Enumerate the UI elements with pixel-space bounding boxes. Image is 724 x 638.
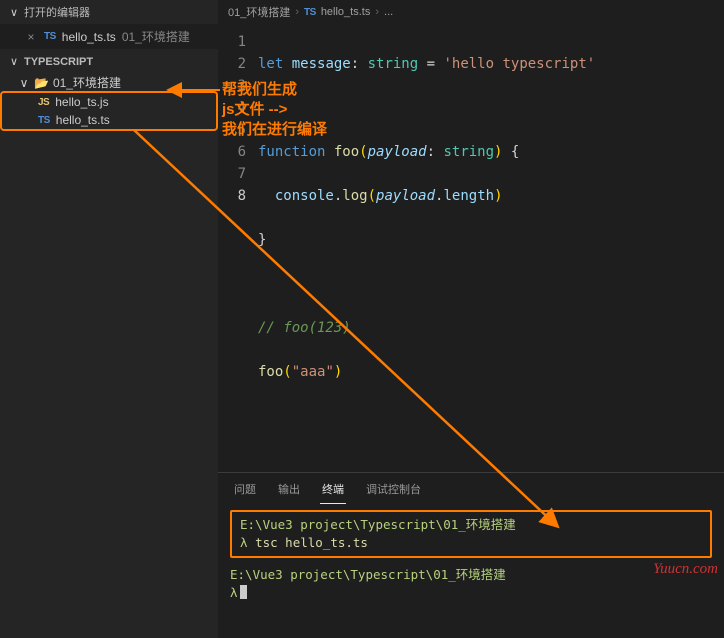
explorer-header[interactable]: ∨ TYPESCRIPT — [0, 51, 218, 72]
file-name: hello_ts.js — [55, 95, 108, 109]
tab-output[interactable]: 输出 — [276, 479, 302, 504]
bottom-panel: 问题 输出 终端 调试控制台 E:\Vue3 project\Typescrip… — [218, 472, 724, 638]
ts-icon: TS — [304, 7, 316, 18]
open-editor-item[interactable]: × TS hello_ts.ts 01_环境搭建 — [0, 24, 218, 49]
open-editors-label: 打开的编辑器 — [24, 4, 90, 20]
tab-debug-console[interactable]: 调试控制台 — [364, 479, 423, 504]
open-file-folder: 01_环境搭建 — [122, 28, 190, 45]
terminal-cursor — [240, 585, 247, 599]
prompt-icon: λ — [240, 535, 248, 550]
file-group-highlight: JS hello_ts.js TS hello_ts.ts — [2, 93, 216, 129]
terminal-command: tsc hello_ts.ts — [255, 535, 368, 550]
ts-icon: TS — [38, 115, 50, 126]
js-icon: JS — [38, 97, 49, 108]
breadcrumb[interactable]: 01_环境搭建 › TS hello_ts.ts › ... — [218, 0, 724, 25]
folder-name: 01_环境搭建 — [53, 74, 121, 91]
file-item-js[interactable]: JS hello_ts.js — [2, 93, 216, 111]
prompt-icon: λ — [230, 585, 238, 600]
code-editor[interactable]: 1 2 3 4 5 6 7 8 let message: string = 'h… — [218, 25, 724, 472]
file-name: hello_ts.ts — [56, 113, 110, 127]
chevron-down-icon: ∨ — [8, 6, 20, 19]
line-gutter: 1 2 3 4 5 6 7 8 — [218, 31, 258, 466]
sidebar: ∨ 打开的编辑器 × TS hello_ts.ts 01_环境搭建 ∨ TYPE… — [0, 0, 218, 638]
chevron-right-icon: › — [295, 6, 299, 18]
terminal-path: E:\Vue3 project\Typescript\01_环境搭建 — [230, 567, 506, 582]
folder-item[interactable]: ∨ 📂 01_环境搭建 — [0, 72, 218, 93]
open-editors-header[interactable]: ∨ 打开的编辑器 — [0, 0, 218, 24]
code-body[interactable]: let message: string = 'hello typescript'… — [258, 31, 724, 466]
tab-terminal[interactable]: 终端 — [320, 479, 346, 504]
project-label: TYPESCRIPT — [24, 56, 93, 68]
terminal[interactable]: E:\Vue3 project\Typescript\01_环境搭建 λ tsc… — [218, 504, 724, 610]
terminal-path: E:\Vue3 project\Typescript\01_环境搭建 — [240, 517, 516, 532]
breadcrumb-more[interactable]: ... — [384, 6, 393, 18]
breadcrumb-folder[interactable]: 01_环境搭建 — [228, 4, 290, 20]
chevron-down-icon: ∨ — [8, 55, 20, 68]
terminal-highlight: E:\Vue3 project\Typescript\01_环境搭建 λ tsc… — [230, 510, 712, 558]
chevron-right-icon: › — [375, 6, 379, 18]
chevron-down-icon: ∨ — [18, 76, 30, 90]
open-file-name: hello_ts.ts — [62, 30, 116, 44]
panel-tabs: 问题 输出 终端 调试控制台 — [218, 473, 724, 504]
breadcrumb-file[interactable]: hello_ts.ts — [321, 6, 371, 18]
ts-icon: TS — [44, 31, 56, 42]
folder-icon: 📂 — [34, 76, 49, 90]
main-area: 01_环境搭建 › TS hello_ts.ts › ... 1 2 3 4 5… — [218, 0, 724, 638]
tab-problems[interactable]: 问题 — [232, 479, 258, 504]
close-icon[interactable]: × — [24, 30, 38, 44]
file-item-ts[interactable]: TS hello_ts.ts — [2, 111, 216, 129]
